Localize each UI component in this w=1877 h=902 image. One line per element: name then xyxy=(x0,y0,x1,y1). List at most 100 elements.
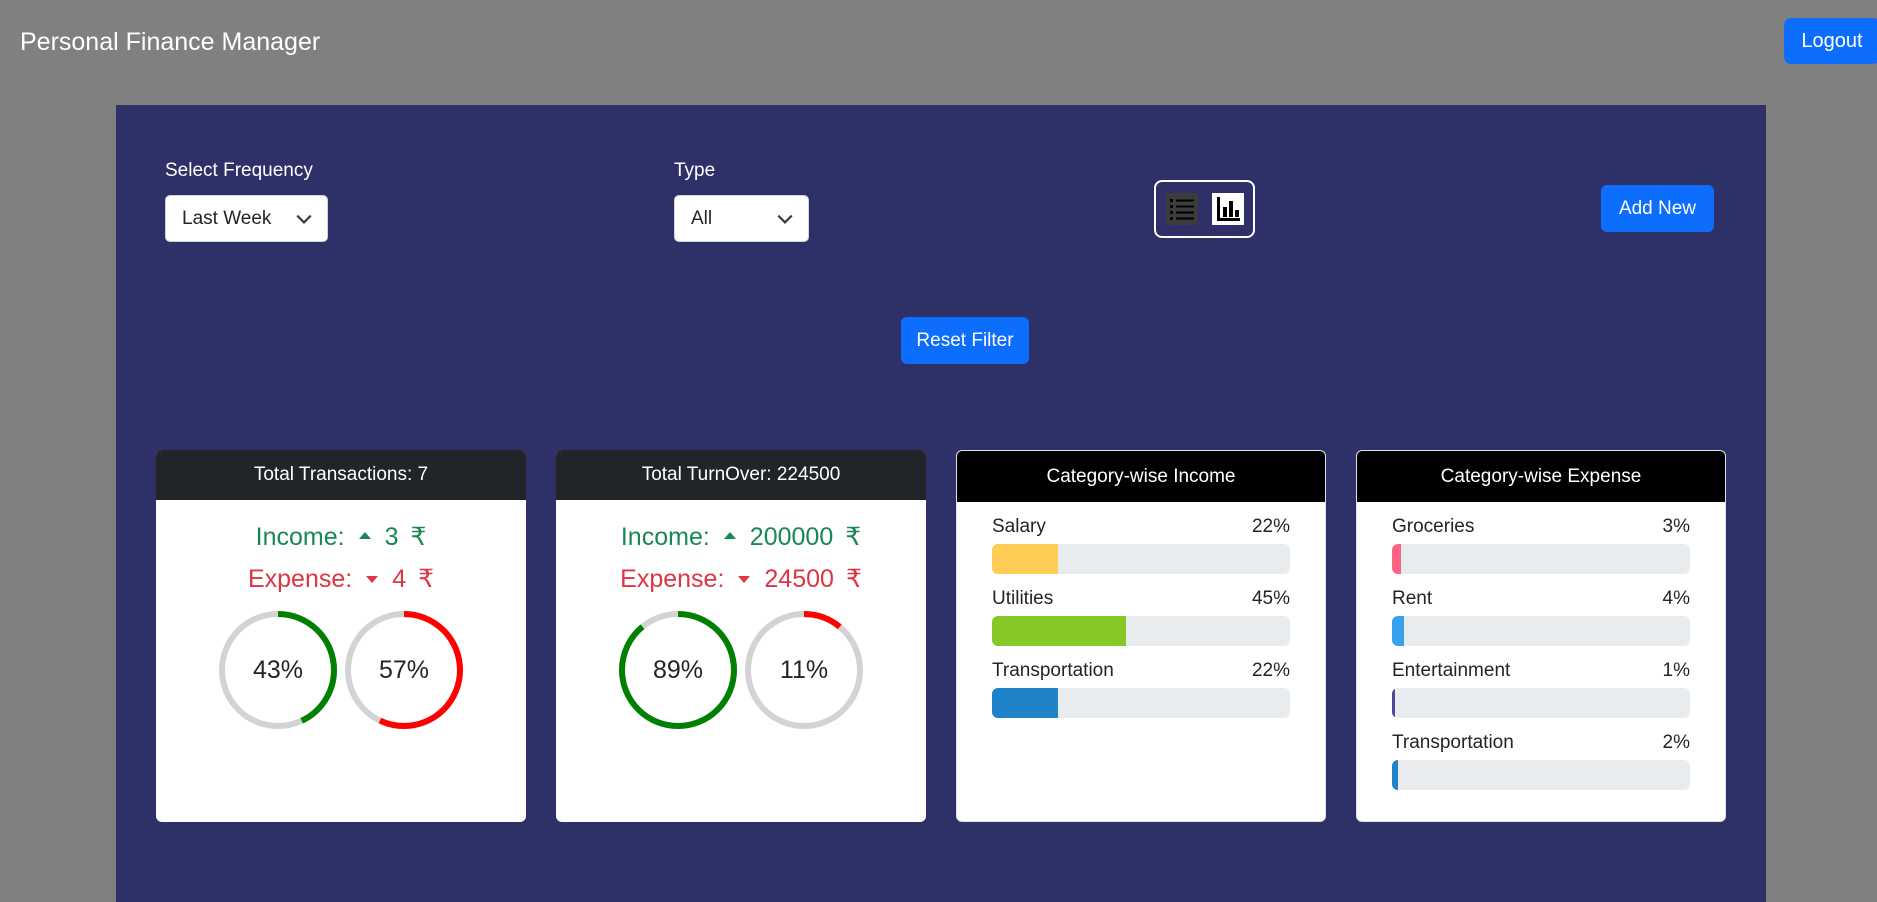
expense-amount: 24500 xyxy=(764,565,834,593)
rupee-icon: ₹ xyxy=(410,523,427,551)
transactions-card-title: Total Transactions: 7 xyxy=(156,450,526,500)
category-row: Salary 22% xyxy=(992,504,1290,538)
caret-up-icon xyxy=(723,531,736,539)
category-progress-fill xyxy=(992,688,1058,718)
category-name: Groceries xyxy=(1392,516,1475,537)
category-name: Transportation xyxy=(992,660,1114,681)
category-progress-fill xyxy=(1392,688,1395,718)
navbar: Personal Finance Manager Logout xyxy=(0,0,1877,84)
category-row: Transportation 22% xyxy=(992,648,1290,682)
category-progress-track xyxy=(1392,688,1690,718)
category-expense-card: Category-wise Expense Groceries 3% Rent 4% E… xyxy=(1356,450,1726,822)
category-row: Utilities 45% xyxy=(992,576,1290,610)
category-item: Salary 22% xyxy=(992,504,1290,574)
chevron-down-icon xyxy=(777,214,793,224)
category-row: Transportation 2% xyxy=(1392,720,1690,754)
transactions-rings: 43% 57% xyxy=(156,610,526,730)
category-income-list: Salary 22% Utilities 45% Transportation 22% xyxy=(957,504,1325,718)
category-item: Entertainment 1% xyxy=(1392,648,1690,718)
category-progress-track xyxy=(1392,544,1690,574)
caret-down-icon xyxy=(366,575,379,583)
transactions-income-line: Income: 3 ₹ xyxy=(156,516,526,558)
category-name: Transportation xyxy=(1392,732,1514,753)
category-progress-track xyxy=(992,616,1290,646)
expense-label: Expense: xyxy=(247,565,353,593)
income-label: Income: xyxy=(620,523,710,551)
expense-ring: 57% xyxy=(344,610,464,730)
category-name: Utilities xyxy=(992,588,1054,609)
turnover-income-line: Income: 200000 ₹ xyxy=(556,516,926,558)
category-progress-fill xyxy=(1392,760,1398,790)
frequency-label: Select Frequency xyxy=(165,160,313,181)
expense-ring-label: 11% xyxy=(779,655,829,684)
category-item: Rent 4% xyxy=(1392,576,1690,646)
expense-label: Expense: xyxy=(620,565,725,593)
transactions-expense-line: Expense: 4 ₹ xyxy=(156,558,526,600)
income-ring: 43% xyxy=(218,610,338,730)
type-label: Type xyxy=(674,160,716,181)
dashboard-panel: Select Frequency Last Week Type All Add … xyxy=(116,105,1766,902)
category-item: Groceries 3% xyxy=(1392,504,1690,574)
category-name: Salary xyxy=(992,516,1046,537)
category-percent: 45% xyxy=(1251,588,1290,609)
frequency-select[interactable]: Last Week xyxy=(165,195,328,242)
turnover-expense-line: Expense: 24500 ₹ xyxy=(556,558,926,600)
frequency-select-value: Last Week xyxy=(182,207,272,229)
category-percent: 1% xyxy=(1662,660,1690,681)
category-income-title: Category-wise Income xyxy=(957,451,1325,502)
logout-button[interactable]: Logout xyxy=(1784,18,1877,64)
rupee-icon: ₹ xyxy=(845,523,862,551)
category-row: Entertainment 1% xyxy=(1392,648,1690,682)
category-percent: 3% xyxy=(1662,516,1690,537)
category-income-card: Category-wise Income Salary 22% Utilities 4… xyxy=(956,450,1326,822)
income-label: Income: xyxy=(255,523,345,551)
category-progress-fill xyxy=(1392,616,1404,646)
category-progress-track xyxy=(992,688,1290,718)
list-view-button[interactable] xyxy=(1165,193,1198,225)
category-expense-list: Groceries 3% Rent 4% Entertainment 1% Transpor… xyxy=(1357,504,1725,790)
category-item: Transportation 22% xyxy=(992,648,1290,718)
category-percent: 22% xyxy=(1251,660,1290,681)
chevron-down-icon xyxy=(296,214,312,224)
turnover-rings: 89% 11% xyxy=(556,610,926,730)
category-expense-title: Category-wise Expense xyxy=(1357,451,1725,502)
type-select-value: All xyxy=(691,207,713,229)
rupee-icon: ₹ xyxy=(418,565,435,593)
add-new-button[interactable]: Add New xyxy=(1601,185,1714,232)
category-progress-fill xyxy=(1392,544,1401,574)
category-name: Rent xyxy=(1392,588,1433,609)
list-icon xyxy=(1169,199,1194,220)
category-name: Entertainment xyxy=(1392,660,1511,681)
income-count: 3 xyxy=(384,523,399,551)
category-percent: 4% xyxy=(1662,588,1690,609)
caret-up-icon xyxy=(358,531,371,539)
turnover-card: Total TurnOver: 224500 Income: 200000 ₹ Ex… xyxy=(556,450,926,822)
income-ring-label: 89% xyxy=(652,655,704,684)
transactions-card: Total Transactions: 7 Income: 3 ₹ Expense:… xyxy=(156,450,526,822)
category-row: Rent 4% xyxy=(1392,576,1690,610)
category-progress-track xyxy=(1392,760,1690,790)
expense-ring: 11% xyxy=(744,610,864,730)
chart-view-button[interactable] xyxy=(1211,193,1244,225)
category-progress-track xyxy=(992,544,1290,574)
category-progress-track xyxy=(1392,616,1690,646)
expense-ring-label: 57% xyxy=(378,655,430,684)
category-item: Transportation 2% xyxy=(1392,720,1690,790)
category-percent: 2% xyxy=(1662,732,1690,753)
reset-filter-button[interactable]: Reset Filter xyxy=(901,317,1029,364)
expense-count: 4 xyxy=(392,565,407,593)
category-row: Groceries 3% xyxy=(1392,504,1690,538)
category-percent: 22% xyxy=(1251,516,1290,537)
app-title: Personal Finance Manager xyxy=(20,28,321,56)
category-progress-fill xyxy=(992,544,1058,574)
income-ring-label: 43% xyxy=(252,655,304,684)
category-item: Utilities 45% xyxy=(992,576,1290,646)
bar-chart-icon xyxy=(1216,197,1240,221)
rupee-icon: ₹ xyxy=(845,565,862,593)
caret-down-icon xyxy=(738,575,751,583)
type-select[interactable]: All xyxy=(674,195,809,242)
income-ring: 89% xyxy=(618,610,738,730)
view-toggle xyxy=(1154,180,1255,238)
income-amount: 200000 xyxy=(749,523,834,551)
category-progress-fill xyxy=(992,616,1127,646)
